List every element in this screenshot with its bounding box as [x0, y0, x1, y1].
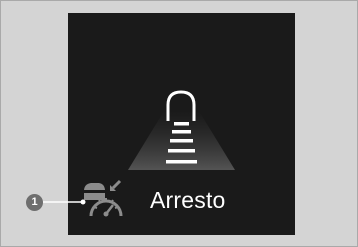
- status-row: Arresto: [80, 178, 290, 218]
- status-text: Arresto: [150, 187, 226, 213]
- acc-vehicle-speedometer-icon: [83, 179, 123, 217]
- figure-frame: Arresto: [0, 0, 358, 247]
- driver-info-display: Arresto: [68, 13, 295, 235]
- callout-number-badge: 1: [26, 194, 43, 211]
